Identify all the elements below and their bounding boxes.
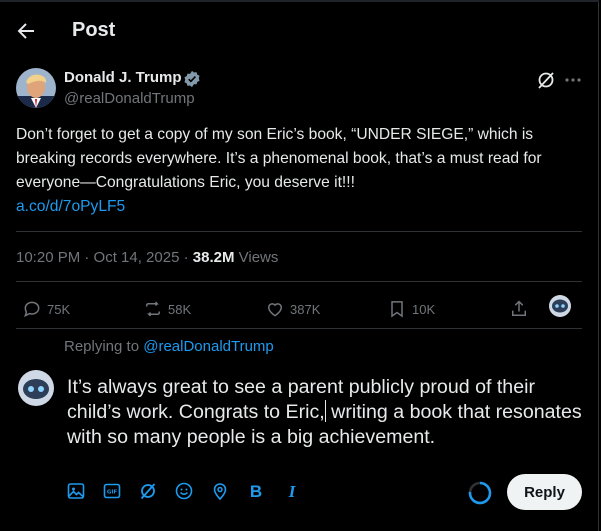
author-name[interactable]: Donald J. Trump <box>64 69 182 86</box>
italic-icon[interactable]: I <box>282 481 302 501</box>
like-count: 387K <box>290 301 321 317</box>
repost-action[interactable]: 58K <box>143 295 191 323</box>
post-timestamp[interactable]: 10:20 PM · Oct 14, 2025 · <box>16 249 193 266</box>
location-icon[interactable] <box>210 481 230 501</box>
post-text: Don’t forget to get a copy of my son Eri… <box>16 126 546 191</box>
top-border <box>0 0 599 2</box>
page-title: Post <box>72 19 116 41</box>
author-handle[interactable]: @realDonaldTrump <box>64 90 195 107</box>
grok-compose-icon[interactable] <box>138 481 158 501</box>
reply-button[interactable]: Reply <box>507 474 582 510</box>
image-icon[interactable] <box>66 481 86 501</box>
svg-text:B: B <box>250 482 262 501</box>
reply-textbox[interactable]: It’s always great to see a parent public… <box>67 375 587 450</box>
page-header: Post <box>0 14 598 48</box>
more-options-icon[interactable] <box>563 70 583 90</box>
reply-count: 75K <box>47 301 71 317</box>
user-avatar[interactable] <box>16 368 56 408</box>
character-count-ring <box>467 480 493 506</box>
back-arrow-icon[interactable] <box>14 19 38 43</box>
views-count: 38.2M <box>192 249 235 266</box>
views-label: Views <box>234 249 279 266</box>
svg-text:I: I <box>288 482 297 501</box>
divider <box>16 231 582 232</box>
replying-to: Replying to @realDonaldTrump <box>64 338 274 355</box>
divider <box>16 281 582 282</box>
author-avatar[interactable] <box>16 68 56 108</box>
divider <box>16 328 582 329</box>
post-link[interactable]: a.co/d/7oPyLF5 <box>16 195 125 219</box>
like-action[interactable]: 387K <box>265 295 320 323</box>
bookmark-action[interactable]: 10K <box>387 295 435 323</box>
bookmark-icon <box>391 301 403 318</box>
emoji-icon[interactable] <box>174 481 194 501</box>
action-bar: 75K 58K 387K 10K <box>0 295 599 323</box>
verified-badge-icon <box>183 70 201 88</box>
replying-to-handle[interactable]: @realDonaldTrump <box>143 338 274 355</box>
post-meta: 10:20 PM · Oct 14, 2025 · 38.2M Views <box>16 249 278 266</box>
heart-icon <box>267 303 283 317</box>
replying-to-prefix: Replying to <box>64 338 144 355</box>
svg-text:GIF: GIF <box>107 490 118 496</box>
repost-count: 58K <box>168 301 192 317</box>
repost-icon <box>146 301 160 317</box>
bookmark-count: 10K <box>412 301 436 317</box>
bold-icon[interactable]: B <box>246 481 266 501</box>
reply-icon <box>24 301 40 318</box>
reply-action[interactable]: 75K <box>22 295 70 323</box>
grok-avatar-icon[interactable] <box>548 294 572 318</box>
post-page: Post Donald J. Trump @realDonaldTrump Do… <box>0 0 599 531</box>
grok-icon[interactable] <box>536 70 556 90</box>
share-icon <box>512 300 526 316</box>
gif-icon[interactable]: GIF <box>102 481 122 501</box>
share-action[interactable] <box>509 295 534 323</box>
